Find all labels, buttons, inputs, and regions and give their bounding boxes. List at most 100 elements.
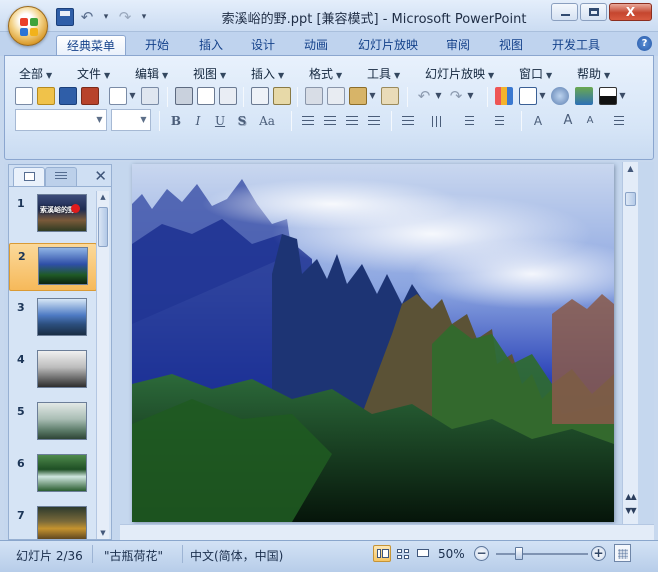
scroll-down-icon[interactable]: ▼ bbox=[97, 527, 109, 539]
menu-format[interactable]: 格式 ▼ bbox=[309, 65, 342, 82]
permission-icon[interactable] bbox=[81, 87, 99, 105]
menu-edit[interactable]: 编辑 ▼ bbox=[135, 65, 168, 82]
email-icon[interactable] bbox=[109, 87, 127, 105]
zoom-out-button[interactable]: − bbox=[474, 546, 489, 561]
underline-button[interactable]: U bbox=[211, 112, 229, 130]
scroll-thumb[interactable] bbox=[98, 207, 108, 247]
format-painter-icon[interactable] bbox=[381, 87, 399, 105]
help-icon[interactable]: ? bbox=[637, 36, 652, 51]
indent-icon[interactable] bbox=[609, 112, 627, 130]
chevron-down-icon[interactable]: ▼ bbox=[434, 87, 443, 105]
text-direction-icon[interactable] bbox=[429, 112, 447, 130]
scroll-up-icon[interactable]: ▲ bbox=[97, 191, 109, 203]
change-case-button[interactable]: Aa bbox=[255, 112, 279, 130]
menu-view[interactable]: 视图 ▼ bbox=[193, 65, 226, 82]
slide-thumbnail[interactable]: 3 bbox=[9, 295, 97, 343]
chevron-down-icon[interactable]: ▼ bbox=[466, 87, 475, 105]
align-right-icon[interactable] bbox=[343, 112, 361, 130]
insert-chart-icon[interactable] bbox=[495, 87, 513, 105]
slide-thumbnail[interactable]: 6 bbox=[9, 451, 97, 499]
chevron-down-icon[interactable]: ▼ bbox=[128, 87, 137, 105]
insert-picture-icon[interactable] bbox=[575, 87, 593, 105]
zoom-slider[interactable] bbox=[496, 547, 588, 560]
tab-animations[interactable]: 动画 bbox=[295, 35, 337, 56]
office-button[interactable] bbox=[8, 6, 48, 46]
font-color-icon[interactable]: A bbox=[529, 112, 547, 130]
zoom-in-button[interactable]: + bbox=[591, 546, 606, 561]
chevron-down-icon[interactable]: ▼ bbox=[368, 87, 377, 105]
tab-view[interactable]: 视图 bbox=[490, 35, 532, 56]
normal-view-button[interactable] bbox=[373, 545, 391, 562]
horizontal-scrollbar[interactable] bbox=[120, 524, 654, 540]
cut-icon[interactable] bbox=[305, 87, 323, 105]
menu-help[interactable]: 帮助 ▼ bbox=[577, 65, 610, 82]
insert-clipart-icon[interactable] bbox=[551, 87, 569, 105]
slide-thumbnail[interactable]: 7 bbox=[9, 503, 97, 539]
font-name-combo[interactable]: ▼ bbox=[15, 109, 107, 131]
tab-insert[interactable]: 插入 bbox=[190, 35, 232, 56]
menu-tools[interactable]: 工具 ▼ bbox=[367, 65, 400, 82]
language-indicator[interactable]: 中文(简体，中国) bbox=[190, 547, 283, 564]
minimize-button[interactable] bbox=[551, 3, 578, 21]
italic-button[interactable]: I bbox=[189, 112, 207, 130]
chevron-down-icon[interactable]: ▼ bbox=[618, 87, 627, 105]
align-center-icon[interactable] bbox=[321, 112, 339, 130]
spelling-icon[interactable] bbox=[251, 87, 269, 105]
shadow-button[interactable]: S bbox=[233, 112, 251, 130]
slide-thumbnail[interactable]: 1 索溪峪的野 bbox=[9, 191, 97, 239]
close-button[interactable]: X bbox=[609, 3, 652, 21]
tab-slide-show[interactable]: 幻灯片放映 bbox=[352, 35, 424, 56]
tab-review[interactable]: 审阅 bbox=[437, 35, 479, 56]
previous-slide-icon[interactable]: ▲▲ bbox=[625, 493, 636, 506]
shrink-font-icon[interactable]: A bbox=[581, 112, 599, 130]
redo-icon[interactable]: ↷ bbox=[447, 87, 465, 105]
tab-home[interactable]: 开始 bbox=[136, 35, 178, 56]
panel-splitter[interactable] bbox=[112, 162, 120, 540]
maximize-button[interactable] bbox=[580, 3, 607, 21]
close-icon[interactable]: ✕ bbox=[94, 167, 107, 185]
save-icon[interactable] bbox=[59, 87, 77, 105]
zoom-level[interactable]: 50% bbox=[438, 547, 465, 561]
slides-tab[interactable] bbox=[13, 167, 45, 186]
print-preview-icon[interactable] bbox=[197, 87, 215, 105]
zoom-slider-knob[interactable] bbox=[515, 547, 523, 560]
bullets-icon[interactable] bbox=[489, 112, 507, 130]
current-slide[interactable] bbox=[132, 164, 614, 522]
slide-thumbnail[interactable]: 2 bbox=[9, 243, 97, 291]
scroll-up-icon[interactable]: ▲ bbox=[623, 162, 638, 176]
numbering-icon[interactable] bbox=[459, 112, 477, 130]
chevron-down-icon[interactable]: ▼ bbox=[538, 87, 547, 105]
slide-thumbnail[interactable]: 5 bbox=[9, 399, 97, 447]
font-size-combo[interactable]: ▼ bbox=[111, 109, 151, 131]
slide-thumbnail[interactable]: 4 bbox=[9, 347, 97, 395]
attach-icon[interactable] bbox=[141, 87, 159, 105]
columns-icon[interactable] bbox=[399, 112, 417, 130]
menu-insert[interactable]: 插入 ▼ bbox=[251, 65, 284, 82]
new-document-icon[interactable] bbox=[15, 87, 33, 105]
fit-to-window-button[interactable] bbox=[614, 544, 631, 562]
insert-table-icon[interactable] bbox=[519, 87, 537, 105]
slide-sorter-button[interactable] bbox=[393, 545, 411, 562]
bold-button[interactable]: B bbox=[167, 112, 185, 130]
undo-icon[interactable]: ↶ bbox=[415, 87, 433, 105]
paste-icon[interactable] bbox=[349, 87, 367, 105]
menu-all[interactable]: 全部 ▼ bbox=[19, 65, 52, 82]
menu-file[interactable]: 文件 ▼ bbox=[77, 65, 110, 82]
copy-icon[interactable] bbox=[327, 87, 345, 105]
tab-developer[interactable]: 开发工具 bbox=[544, 35, 608, 56]
scroll-thumb[interactable] bbox=[625, 192, 636, 206]
tab-classic-menu[interactable]: 经典菜单 bbox=[56, 35, 126, 56]
print-icon[interactable] bbox=[175, 87, 193, 105]
full-screen-icon[interactable] bbox=[219, 87, 237, 105]
slide-scrollbar[interactable]: ▲ ▲▲ ▼▼ bbox=[622, 162, 638, 524]
outline-tab[interactable] bbox=[45, 167, 77, 186]
menu-window[interactable]: 窗口 ▼ bbox=[519, 65, 552, 82]
justify-icon[interactable] bbox=[365, 112, 383, 130]
grow-font-icon[interactable]: A bbox=[559, 112, 577, 130]
menu-slide-show[interactable]: 幻灯片放映 ▼ bbox=[425, 65, 494, 82]
tab-design[interactable]: 设计 bbox=[242, 35, 284, 56]
research-icon[interactable] bbox=[273, 87, 291, 105]
open-folder-icon[interactable] bbox=[37, 87, 55, 105]
thumbnail-scrollbar[interactable]: ▲ ▼ bbox=[96, 191, 109, 539]
next-slide-icon[interactable]: ▼▼ bbox=[625, 507, 636, 520]
